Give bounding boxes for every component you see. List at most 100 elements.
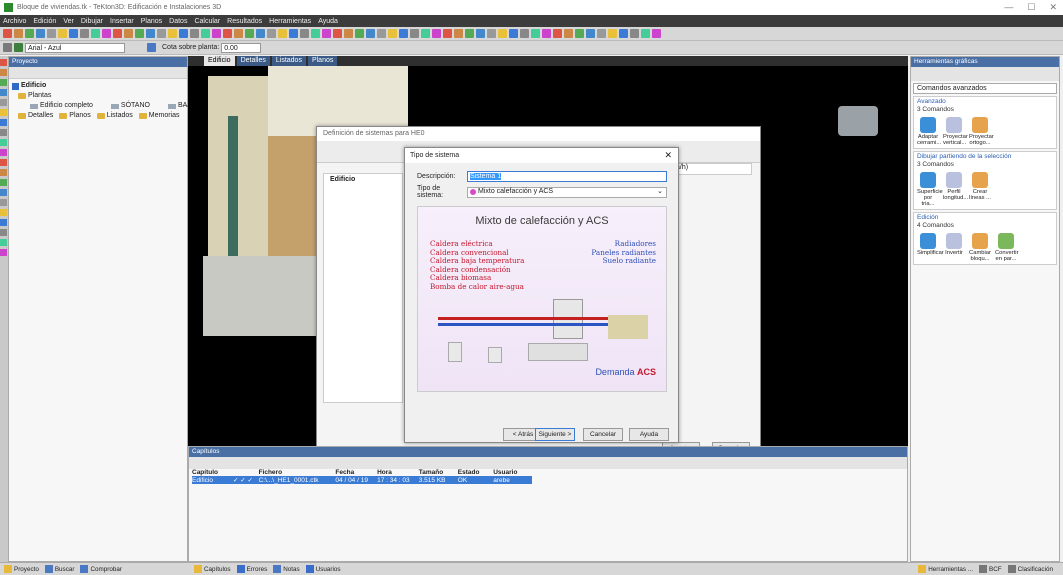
menu-item[interactable]: Herramientas bbox=[269, 18, 311, 25]
command-item[interactable]: Simplificar bbox=[917, 233, 944, 262]
command-item[interactable]: Proyectar vertical... bbox=[943, 117, 968, 146]
menu-item[interactable]: Insertar bbox=[110, 18, 134, 25]
tool-icon[interactable] bbox=[91, 29, 100, 38]
tool-icon[interactable] bbox=[311, 29, 320, 38]
tool-icon[interactable] bbox=[421, 29, 430, 38]
tool-icon[interactable] bbox=[333, 29, 342, 38]
tool-icon[interactable] bbox=[58, 29, 67, 38]
menu-item[interactable]: Dibujar bbox=[81, 18, 103, 25]
tool-icon[interactable] bbox=[520, 29, 529, 38]
tool-icon[interactable] bbox=[0, 189, 7, 196]
tree-root[interactable]: Edificio bbox=[12, 81, 184, 91]
status-tab[interactable]: Comprobar bbox=[80, 565, 122, 573]
menu-item[interactable]: Datos bbox=[169, 18, 187, 25]
close-icon[interactable]: ✕ bbox=[664, 148, 672, 163]
tool-icon[interactable] bbox=[509, 29, 518, 38]
menu-item[interactable]: Archivo bbox=[3, 18, 26, 25]
tool-icon[interactable] bbox=[157, 29, 166, 38]
tool-icon[interactable] bbox=[0, 79, 7, 86]
layer-icon[interactable] bbox=[3, 43, 12, 52]
tool-icon[interactable] bbox=[256, 29, 265, 38]
tool-icon[interactable] bbox=[322, 29, 331, 38]
status-tab[interactable]: Clasificación bbox=[1007, 565, 1053, 573]
command-item[interactable]: Adaptar cerrami... bbox=[917, 117, 941, 146]
next-button[interactable]: Siguiente > bbox=[535, 428, 575, 441]
tree-folder-item[interactable]: Memorias bbox=[133, 111, 180, 121]
systems-tree-item[interactable]: Edificio bbox=[324, 174, 402, 185]
tab-detalles[interactable]: Detalles bbox=[236, 56, 270, 66]
tool-icon[interactable] bbox=[0, 239, 7, 246]
tool-icon[interactable] bbox=[0, 69, 7, 76]
tool-icon[interactable] bbox=[355, 29, 364, 38]
tool-icon[interactable] bbox=[234, 29, 243, 38]
tool-icon[interactable] bbox=[410, 29, 419, 38]
tool-icon[interactable] bbox=[25, 29, 34, 38]
tool-icon[interactable] bbox=[300, 29, 309, 38]
tree-plantas[interactable]: Plantas bbox=[12, 91, 184, 101]
tool-icon[interactable] bbox=[0, 229, 7, 236]
tool-icon[interactable] bbox=[597, 29, 606, 38]
close-icon[interactable]: ✕ bbox=[1049, 2, 1057, 13]
tool-icon[interactable] bbox=[575, 29, 584, 38]
tool-icon[interactable] bbox=[289, 29, 298, 38]
tool-icon[interactable] bbox=[476, 29, 485, 38]
command-item[interactable]: Convertir en par... bbox=[995, 233, 1019, 262]
tool-icon[interactable] bbox=[80, 29, 89, 38]
command-item[interactable]: Cambiar bloqu... bbox=[969, 233, 991, 262]
tool-icon[interactable] bbox=[0, 109, 7, 116]
menu-item[interactable]: Ayuda bbox=[318, 18, 338, 25]
tool-icon[interactable] bbox=[47, 29, 56, 38]
tool-icon[interactable] bbox=[69, 29, 78, 38]
tool-icon[interactable] bbox=[344, 29, 353, 38]
tool-icon[interactable] bbox=[0, 179, 7, 186]
tool-icon[interactable] bbox=[542, 29, 551, 38]
tool-icon[interactable] bbox=[102, 29, 111, 38]
tool-icon[interactable] bbox=[630, 29, 639, 38]
tool-icon[interactable] bbox=[0, 159, 7, 166]
tree-floor-item[interactable]: Edificio completo bbox=[12, 101, 93, 111]
tool-icon[interactable] bbox=[432, 29, 441, 38]
tree-folder-item[interactable]: Listados bbox=[91, 111, 133, 121]
menu-item[interactable]: Edición bbox=[33, 18, 56, 25]
tool-icon[interactable] bbox=[0, 139, 7, 146]
draw-icon[interactable] bbox=[14, 43, 23, 52]
status-tab[interactable]: Herramientas ... bbox=[918, 565, 973, 573]
table-row[interactable]: Edificio ✓ ✓ ✓ C:\...\_HE1_0001.ctk 04 /… bbox=[192, 476, 532, 484]
tool-icon[interactable] bbox=[201, 29, 210, 38]
tool-icon[interactable] bbox=[652, 29, 661, 38]
status-tab[interactable]: Errores bbox=[236, 565, 267, 573]
tool-icon[interactable] bbox=[443, 29, 452, 38]
tool-icon[interactable] bbox=[498, 29, 507, 38]
tool-icon[interactable] bbox=[168, 29, 177, 38]
tool-icon[interactable] bbox=[212, 29, 221, 38]
tool-icon[interactable] bbox=[377, 29, 386, 38]
status-tab[interactable]: Buscar bbox=[44, 565, 74, 573]
tool-icon[interactable] bbox=[0, 199, 7, 206]
tool-icon[interactable] bbox=[487, 29, 496, 38]
tree-folder-item[interactable]: Planos bbox=[53, 111, 91, 121]
menu-item[interactable]: Calcular bbox=[194, 18, 220, 25]
tool-icon[interactable] bbox=[0, 89, 7, 96]
tool-icon[interactable] bbox=[0, 149, 7, 156]
cancel-button[interactable]: Cancelar bbox=[583, 428, 623, 441]
tool-icon[interactable] bbox=[278, 29, 287, 38]
tool-icon[interactable] bbox=[0, 209, 7, 216]
tool-icon[interactable] bbox=[135, 29, 144, 38]
desc-input[interactable]: Sistema 1 bbox=[467, 171, 667, 182]
tool-icon[interactable] bbox=[179, 29, 188, 38]
tool-icon[interactable] bbox=[531, 29, 540, 38]
tool-icon[interactable] bbox=[0, 249, 7, 256]
tool-icon[interactable] bbox=[0, 59, 7, 66]
tree-floor-item[interactable]: SÓTANO bbox=[93, 101, 150, 111]
tool-icon[interactable] bbox=[465, 29, 474, 38]
tool-icon[interactable] bbox=[113, 29, 122, 38]
tool-icon[interactable] bbox=[267, 29, 276, 38]
help-button[interactable]: Ayuda bbox=[629, 428, 669, 441]
tool-icon[interactable] bbox=[146, 29, 155, 38]
tab-listados[interactable]: Listados bbox=[271, 56, 306, 66]
cota-input[interactable]: 0.00 bbox=[221, 42, 262, 53]
minimize-icon[interactable]: — bbox=[1004, 2, 1013, 13]
tool-icon[interactable] bbox=[619, 29, 628, 38]
tool-icon[interactable] bbox=[190, 29, 199, 38]
tool-icon[interactable] bbox=[223, 29, 232, 38]
